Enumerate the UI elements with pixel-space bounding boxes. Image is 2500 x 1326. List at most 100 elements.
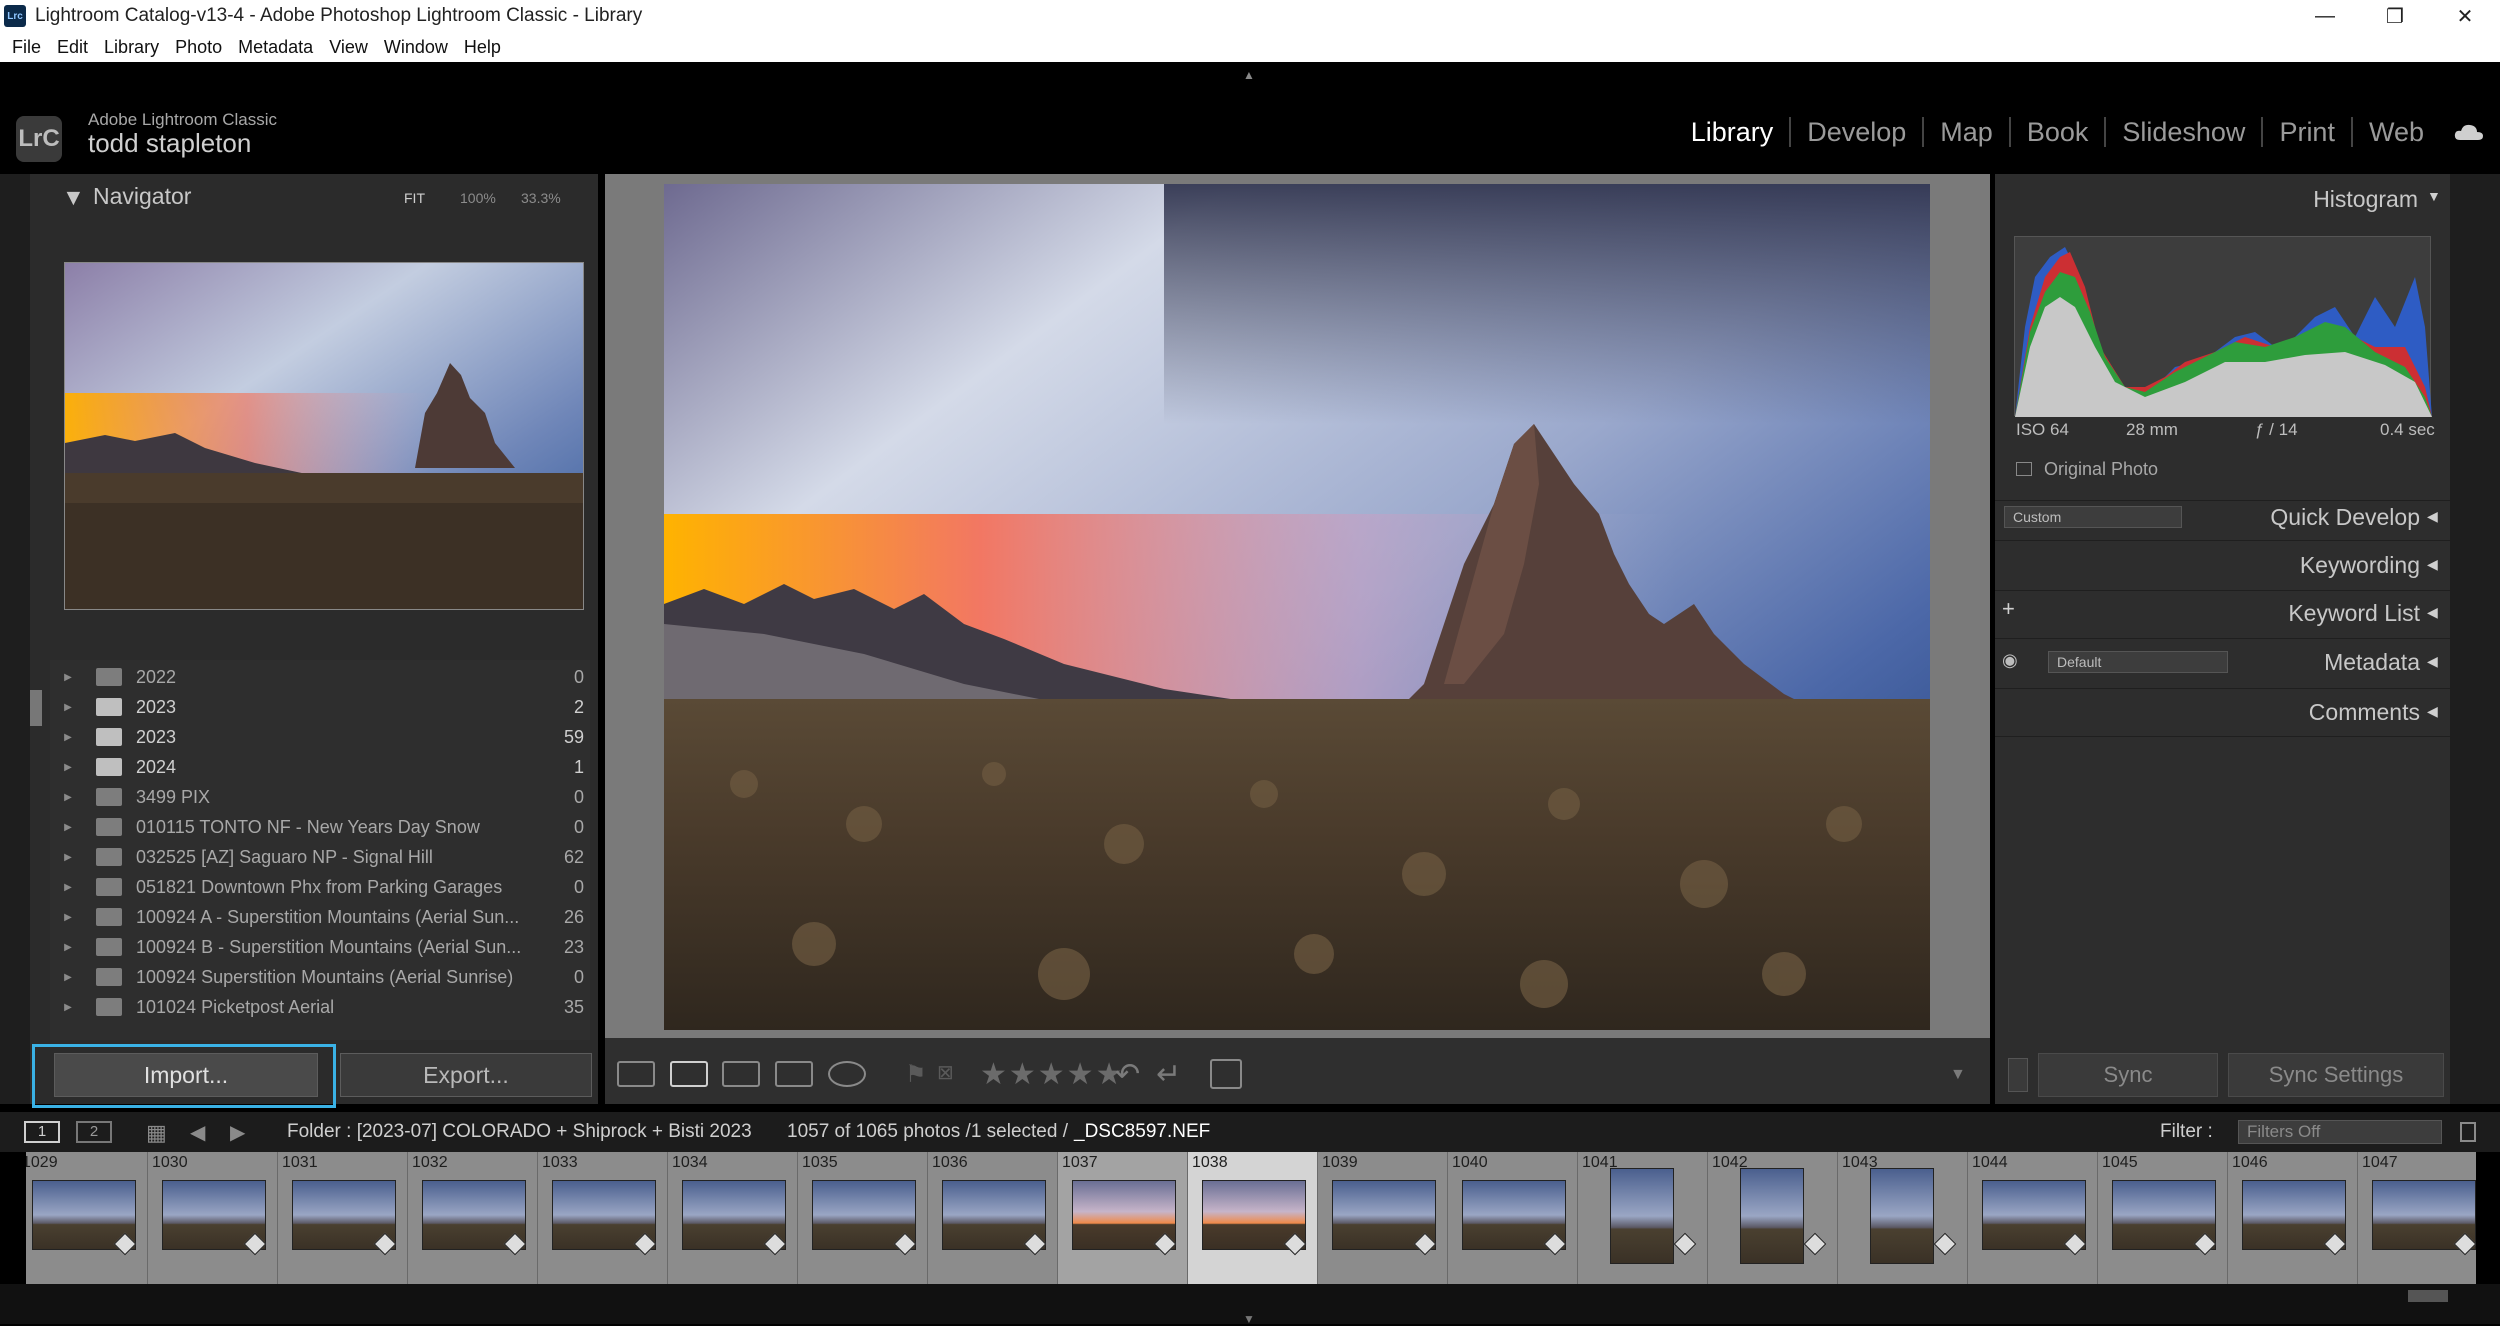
- edited-badge-icon[interactable]: [1673, 1232, 1697, 1256]
- module-map[interactable]: Map: [1922, 117, 2009, 147]
- histogram-collapse-icon[interactable]: ▼: [2427, 188, 2441, 204]
- expand-arrow-icon[interactable]: ▶: [58, 882, 78, 893]
- folder-row[interactable]: ▶ 3499 PIX 0: [50, 782, 590, 812]
- zoom-fit[interactable]: FIT: [404, 190, 425, 206]
- expand-arrow-icon[interactable]: ▶: [58, 942, 78, 953]
- filmstrip-thumb[interactable]: 1033: [538, 1152, 668, 1284]
- edited-badge-icon[interactable]: [1803, 1232, 1827, 1256]
- filmstrip-thumb[interactable]: 1036: [928, 1152, 1058, 1284]
- keywording-expand-icon[interactable]: ◀: [2427, 556, 2438, 573]
- rotate-right-icon[interactable]: ↵: [1156, 1057, 1181, 1092]
- menu-help[interactable]: Help: [464, 37, 501, 58]
- forward-arrow-icon[interactable]: ▶: [230, 1120, 245, 1145]
- cloud-icon[interactable]: [2454, 122, 2484, 142]
- metadata-preset[interactable]: Default: [2048, 651, 2228, 673]
- survey-view-icon[interactable]: [775, 1061, 813, 1087]
- menu-file[interactable]: File: [12, 37, 41, 58]
- expand-arrow-icon[interactable]: ▶: [58, 1002, 78, 1013]
- auto-sync-switch[interactable]: [2008, 1058, 2028, 1092]
- menu-edit[interactable]: Edit: [57, 37, 88, 58]
- grid-view-icon[interactable]: [617, 1061, 655, 1087]
- navigator-preview[interactable]: [64, 262, 584, 610]
- maximize-button[interactable]: ❐: [2360, 0, 2430, 32]
- export-button[interactable]: Export...: [340, 1053, 592, 1097]
- star-rating-icon[interactable]: ★★★★★: [980, 1057, 1124, 1092]
- folder-row[interactable]: ▶ 010115 TONTO NF - New Years Day Snow 0: [50, 812, 590, 842]
- toolbar-menu-icon[interactable]: ▼: [1950, 1066, 1966, 1084]
- filmstrip-thumb[interactable]: 1042: [1708, 1152, 1838, 1284]
- module-web[interactable]: Web: [2350, 117, 2440, 147]
- main-photo[interactable]: [664, 184, 1930, 1030]
- loupe-view-icon[interactable]: [670, 1061, 708, 1087]
- expand-arrow-icon[interactable]: ▶: [58, 792, 78, 803]
- expand-arrow-icon[interactable]: ▶: [58, 912, 78, 923]
- close-button[interactable]: ✕: [2430, 0, 2500, 32]
- module-slideshow[interactable]: Slideshow: [2104, 117, 2261, 147]
- module-print[interactable]: Print: [2261, 117, 2351, 147]
- menu-window[interactable]: Window: [384, 37, 448, 58]
- filmstrip-thumb[interactable]: 1040: [1448, 1152, 1578, 1284]
- folder-row[interactable]: ▶ 2023 59: [50, 722, 590, 752]
- menu-view[interactable]: View: [329, 37, 368, 58]
- folder-row[interactable]: ▶ 101024 Picketpost Aerial 35: [50, 992, 590, 1022]
- filmstrip-thumb[interactable]: 1032: [408, 1152, 538, 1284]
- expand-arrow-icon[interactable]: ▶: [58, 762, 78, 773]
- window-2-button[interactable]: 2: [76, 1121, 112, 1143]
- metadata-title[interactable]: Metadata: [2324, 649, 2420, 676]
- minimize-button[interactable]: —: [2290, 0, 2360, 32]
- module-develop[interactable]: Develop: [1789, 117, 1922, 147]
- keywording-title[interactable]: Keywording: [2300, 552, 2420, 579]
- back-arrow-icon[interactable]: ◀: [190, 1120, 205, 1145]
- zoom-custom[interactable]: 33.3%: [521, 190, 561, 206]
- people-view-icon[interactable]: [828, 1061, 866, 1087]
- comments-title[interactable]: Comments: [2309, 699, 2420, 726]
- module-library[interactable]: Library: [1675, 117, 1790, 147]
- filmstrip-thumb[interactable]: 1044: [1968, 1152, 2098, 1284]
- menu-photo[interactable]: Photo: [175, 37, 222, 58]
- filmstrip-thumb[interactable]: 1034: [668, 1152, 798, 1284]
- filmstrip-thumb[interactable]: 1039: [1318, 1152, 1448, 1284]
- quick-develop-expand-icon[interactable]: ◀: [2427, 508, 2438, 525]
- filmstrip-thumb[interactable]: 1030: [148, 1152, 278, 1284]
- quick-develop-title[interactable]: Quick Develop: [2270, 504, 2420, 531]
- sync-button[interactable]: Sync: [2038, 1053, 2218, 1097]
- expand-arrow-icon[interactable]: ▶: [58, 732, 78, 743]
- window-1-button[interactable]: 1: [24, 1121, 60, 1143]
- rotate-left-icon[interactable]: ↶: [1115, 1057, 1140, 1092]
- compare-view-icon[interactable]: [722, 1061, 760, 1087]
- collapse-top-icon[interactable]: ▲: [1243, 68, 1255, 82]
- navigator-collapse-icon[interactable]: ▼: [62, 184, 85, 211]
- crop-overlay-icon[interactable]: [1210, 1059, 1242, 1089]
- menu-metadata[interactable]: Metadata: [238, 37, 313, 58]
- filmstrip-thumb[interactable]: 1029: [26, 1152, 148, 1284]
- filmstrip-thumb[interactable]: 1041: [1578, 1152, 1708, 1284]
- filmstrip-thumb[interactable]: 1031: [278, 1152, 408, 1284]
- zoom-100[interactable]: 100%: [460, 190, 496, 206]
- expand-arrow-icon[interactable]: ▶: [58, 672, 78, 683]
- folder-row[interactable]: ▶ 2023 2: [50, 692, 590, 722]
- folder-row[interactable]: ▶ 2024 1: [50, 752, 590, 782]
- grid-icon[interactable]: ▦: [146, 1120, 167, 1146]
- reject-flag-icon[interactable]: ⊠: [937, 1060, 954, 1085]
- selected-filename[interactable]: _DSC8597.NEF: [1074, 1121, 1210, 1143]
- folder-row[interactable]: ▶ 2022 0: [50, 662, 590, 692]
- folder-row[interactable]: ▶ 051821 Downtown Phx from Parking Garage…: [50, 872, 590, 902]
- import-button[interactable]: Import...: [54, 1053, 318, 1097]
- filmstrip-thumb[interactable]: 1045: [2098, 1152, 2228, 1284]
- edited-badge-icon[interactable]: [1933, 1232, 1957, 1256]
- filmstrip-thumb[interactable]: 1038: [1188, 1152, 1318, 1284]
- expand-arrow-icon[interactable]: ▶: [58, 822, 78, 833]
- folder-scrollbar[interactable]: [30, 690, 42, 726]
- metadata-expand-icon[interactable]: ◀: [2427, 653, 2438, 670]
- folder-row[interactable]: ▶ 032525 [AZ] Saguaro NP - Signal Hill 62: [50, 842, 590, 872]
- filter-lock-icon[interactable]: [2460, 1122, 2476, 1142]
- filmstrip-thumb[interactable]: 1043: [1838, 1152, 1968, 1284]
- expand-arrow-icon[interactable]: ▶: [58, 702, 78, 713]
- right-panel-edge[interactable]: [2450, 174, 2500, 1104]
- keyword-list-title[interactable]: Keyword List: [2288, 600, 2420, 627]
- filmstrip-thumb[interactable]: 1035: [798, 1152, 928, 1284]
- sync-settings-button[interactable]: Sync Settings: [2228, 1053, 2444, 1097]
- module-book[interactable]: Book: [2008, 117, 2105, 147]
- eye-icon[interactable]: ◉: [2002, 650, 2018, 671]
- folder-row[interactable]: ▶ 100924 Superstition Mountains (Aerial S…: [50, 962, 590, 992]
